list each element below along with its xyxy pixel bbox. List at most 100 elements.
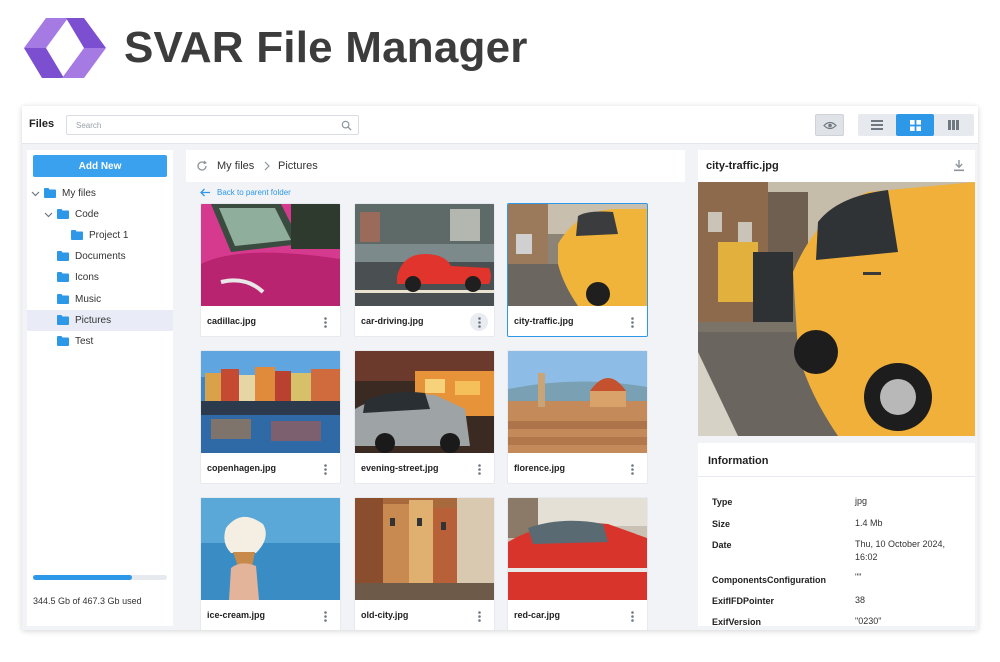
- tree-item-icons[interactable]: Icons: [27, 267, 173, 288]
- chevron-down-icon[interactable]: [44, 210, 53, 219]
- info-value-exif-version: "0230": [855, 616, 882, 626]
- file-card-evening-street[interactable]: evening-street.jpg: [354, 350, 495, 484]
- info-key-exif-version: ExifVersion: [712, 617, 762, 627]
- file-card-ice-cream[interactable]: ice-cream.jpg: [200, 497, 341, 630]
- tree-label: Documents: [75, 251, 126, 262]
- file-menu-button[interactable]: [623, 313, 641, 331]
- tree-label: Code: [75, 209, 99, 220]
- file-thumbnail: [201, 351, 340, 453]
- search-icon[interactable]: [341, 120, 352, 131]
- storage-usage-bar: [33, 575, 167, 580]
- download-icon[interactable]: [953, 159, 965, 172]
- tree-item-project-1[interactable]: Project 1: [27, 225, 173, 246]
- tree-item-documents[interactable]: Documents: [27, 246, 173, 267]
- tree-item-music[interactable]: Music: [27, 289, 173, 310]
- file-card-florence[interactable]: florence.jpg: [507, 350, 648, 484]
- preview-header: city-traffic.jpg: [698, 150, 975, 182]
- brand-title: SVAR File Manager: [124, 23, 528, 72]
- search-input[interactable]: Search: [66, 115, 359, 135]
- more-vertical-icon: [630, 463, 634, 475]
- list-view-button[interactable]: [858, 114, 896, 136]
- file-name: city-traffic.jpg: [514, 316, 574, 326]
- breadcrumb-item-pictures[interactable]: Pictures: [278, 160, 318, 172]
- tree-label: Pictures: [75, 315, 112, 326]
- file-card-city-traffic[interactable]: city-traffic.jpg: [507, 203, 648, 337]
- folder-icon: [57, 272, 69, 282]
- tree-label: Project 1: [89, 230, 129, 241]
- file-name: florence.jpg: [514, 463, 566, 473]
- file-card-car-driving[interactable]: car-driving.jpg: [354, 203, 495, 337]
- file-thumbnail: [508, 204, 647, 306]
- divider: [698, 476, 975, 477]
- file-menu-button[interactable]: [470, 460, 488, 478]
- info-key-date: Date: [712, 540, 732, 550]
- file-card-old-city[interactable]: old-city.jpg: [354, 497, 495, 630]
- file-card-red-car[interactable]: red-car.jpg: [507, 497, 648, 630]
- folder-icon: [71, 230, 83, 240]
- folder-icon: [57, 251, 69, 261]
- more-vertical-icon: [630, 316, 634, 328]
- arrow-left-icon: [200, 188, 210, 196]
- more-vertical-icon: [323, 316, 327, 328]
- tree-item-pictures[interactable]: Pictures: [27, 310, 173, 331]
- file-menu-button[interactable]: [623, 460, 641, 478]
- folder-icon: [57, 315, 69, 325]
- info-key-size: Size: [712, 519, 731, 529]
- folder-icon: [44, 188, 56, 198]
- tree-item-code[interactable]: Code: [27, 204, 173, 225]
- more-vertical-icon: [477, 316, 481, 328]
- file-thumbnail: [355, 351, 494, 453]
- info-value-exif-ifd-pointer: 38: [855, 595, 866, 605]
- preview-file-name: city-traffic.jpg: [706, 160, 779, 172]
- file-menu-button[interactable]: [316, 460, 334, 478]
- info-value-size: 1.4 Mb: [855, 518, 883, 528]
- file-card-copenhagen[interactable]: copenhagen.jpg: [200, 350, 341, 484]
- file-thumbnail: [508, 498, 647, 600]
- file-manager-app: Files Search Add New My files Code Proje…: [22, 106, 978, 630]
- folder-icon: [57, 209, 69, 219]
- tree-label: Music: [75, 294, 102, 305]
- file-name: old-city.jpg: [361, 610, 409, 620]
- preview-toggle-button[interactable]: [815, 114, 844, 136]
- view-mode-switch: [858, 114, 974, 136]
- toolbar-title: Files: [29, 118, 55, 130]
- file-menu-button[interactable]: [470, 607, 488, 625]
- preview-image: [698, 182, 975, 436]
- more-vertical-icon: [477, 463, 481, 475]
- back-to-parent-link[interactable]: Back to parent folder: [200, 186, 291, 198]
- columns-view-icon: [947, 120, 959, 130]
- file-name: red-car.jpg: [514, 610, 561, 620]
- info-value-type: jpg: [855, 496, 868, 506]
- folder-icon: [57, 336, 69, 346]
- file-information: Information Type jpg Size 1.4 Mb Date Th…: [698, 443, 975, 627]
- chevron-down-icon[interactable]: [31, 189, 40, 198]
- file-thumbnail: [508, 351, 647, 453]
- sidebar: Add New My files Code Project 1 Document…: [27, 150, 173, 626]
- grid-view-button[interactable]: [896, 114, 934, 136]
- file-menu-button[interactable]: [316, 607, 334, 625]
- more-vertical-icon: [477, 610, 481, 622]
- file-thumbnail: [201, 204, 340, 306]
- tree-item-test[interactable]: Test: [27, 331, 173, 352]
- add-new-button[interactable]: Add New: [33, 155, 167, 177]
- file-menu-button[interactable]: [316, 313, 334, 331]
- grid-view-icon: [909, 119, 921, 131]
- brand-header: SVAR File Manager: [24, 16, 528, 80]
- refresh-icon[interactable]: [196, 160, 208, 172]
- more-vertical-icon: [323, 463, 327, 475]
- eye-icon: [822, 121, 837, 129]
- file-name: copenhagen.jpg: [207, 463, 277, 473]
- file-card-cadillac[interactable]: cadillac.jpg: [200, 203, 341, 337]
- file-thumbnail: [355, 498, 494, 600]
- file-name: cadillac.jpg: [207, 316, 257, 326]
- file-name: ice-cream.jpg: [207, 610, 266, 620]
- file-menu-button[interactable]: [623, 607, 641, 625]
- info-key-exif-ifd-pointer: ExifIFDPointer: [712, 596, 775, 606]
- info-key-type: Type: [712, 497, 733, 507]
- search-placeholder: Search: [76, 121, 102, 130]
- info-value-components-configuration: "": [855, 572, 862, 582]
- file-menu-button[interactable]: [470, 313, 488, 331]
- columns-view-button[interactable]: [934, 114, 972, 136]
- breadcrumb-item-my-files[interactable]: My files: [217, 160, 254, 172]
- tree-item-my-files[interactable]: My files: [27, 183, 173, 204]
